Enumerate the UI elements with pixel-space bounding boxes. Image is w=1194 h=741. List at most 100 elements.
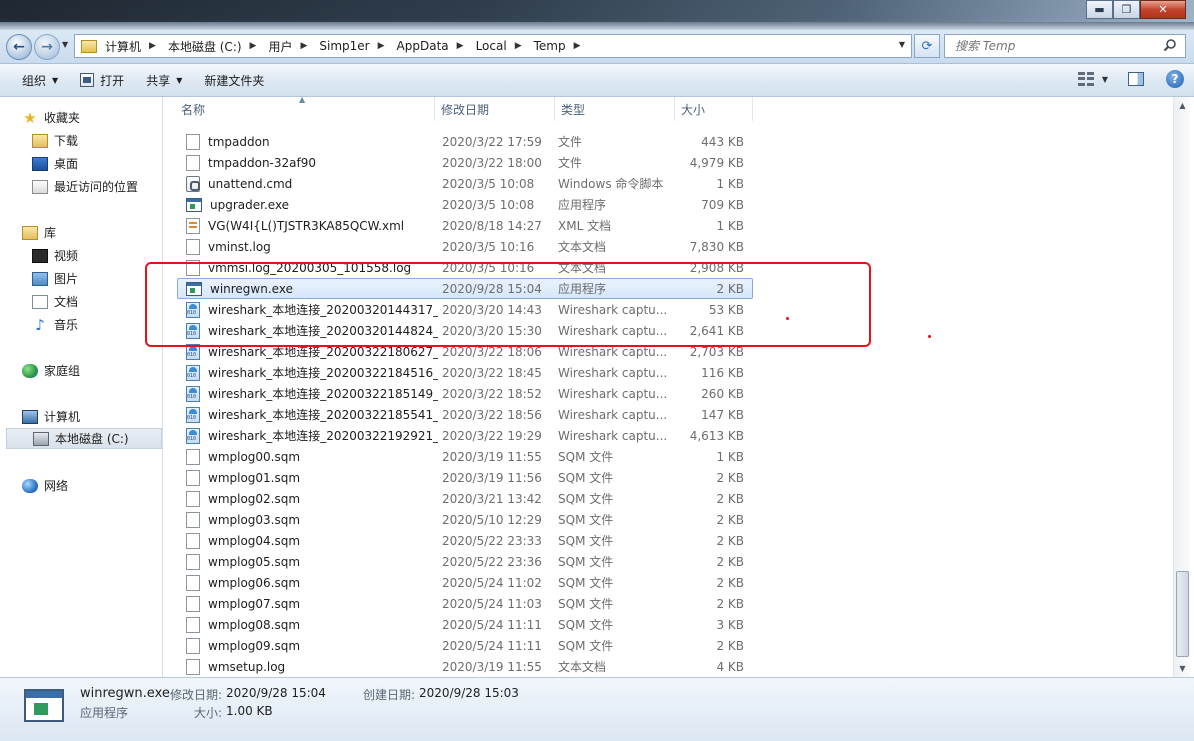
details-size-value: 1.00 KB (226, 704, 273, 718)
file-type: Wireshark captu... (558, 386, 668, 401)
file-row[interactable]: wmplog08.sqm 2020/5/24 11:11 SQM 文件 3 KB (177, 614, 753, 635)
scroll-up-icon[interactable]: ▲ (1174, 97, 1191, 114)
file-row[interactable]: unattend.cmd 2020/3/5 10:08 Windows 命令脚本 1 … (177, 173, 753, 194)
file-row[interactable]: wmplog02.sqm 2020/3/21 13:42 SQM 文件 2 KB (177, 488, 753, 509)
details-pane: winregwn.exe 修改日期: 2020/9/28 15:04 创建日期:… (0, 677, 1194, 741)
file-name-cell: wireshark_本地连接_20200320144317_... (178, 301, 438, 318)
new-folder-button[interactable]: 新建文件夹 (196, 64, 272, 97)
address-history-dropdown[interactable]: ▼ (899, 40, 905, 49)
chevron-right-icon[interactable]: ▶ (300, 41, 307, 51)
file-row[interactable]: wireshark_本地连接_20200320144317_... 2020/3/… (177, 299, 753, 320)
file-row[interactable]: wmplog05.sqm 2020/5/22 23:36 SQM 文件 2 KB (177, 551, 753, 572)
view-controls: ▼ ? (1077, 70, 1184, 88)
generic-file-icon (186, 490, 200, 507)
file-row[interactable]: wmplog09.sqm 2020/5/24 11:11 SQM 文件 2 KB (177, 635, 753, 656)
file-row[interactable]: wireshark_本地连接_20200322185149_... 2020/3/… (177, 383, 753, 404)
sidebar-item-libraries[interactable]: 库 (22, 222, 182, 243)
file-name: vmmsi.log_20200305_101558.log (208, 260, 412, 275)
chevron-right-icon[interactable]: ▶ (457, 41, 464, 51)
chevron-right-icon[interactable]: ▶ (515, 41, 522, 51)
generic-file-icon (186, 133, 200, 150)
share-menu[interactable]: 共享 ▼ (138, 64, 190, 97)
close-button[interactable]: ✕ (1140, 0, 1186, 19)
view-dropdown-icon[interactable]: ▼ (1102, 75, 1108, 84)
file-name-cell: wmplog07.sqm (178, 595, 438, 612)
breadcrumb-item[interactable]: 计算机 ▶ (103, 38, 166, 55)
file-name-cell: wmplog03.sqm (178, 511, 438, 528)
sidebar-item-homegroup[interactable]: 家庭组 (22, 360, 182, 381)
scroll-down-icon[interactable]: ▼ (1174, 660, 1191, 677)
address-bar[interactable]: 计算机 ▶ 本地磁盘 (C:) ▶ 用户 ▶ Simp1er ▶ AppData ▶ Local ▶ T… (74, 34, 912, 58)
file-name-cell: wmplog05.sqm (178, 553, 438, 570)
file-type: SQM 文件 (558, 555, 614, 569)
help-icon[interactable]: ? (1166, 70, 1184, 88)
column-header-type[interactable]: 类型 (555, 97, 675, 121)
file-row[interactable]: tmpaddon 2020/3/22 17:59 文件 443 KB (177, 131, 753, 152)
file-row[interactable]: winregwn.exe 2020/9/28 15:04 应用程序 2 KB (177, 278, 753, 299)
column-header-name[interactable]: 名称 ▲ (163, 97, 435, 121)
file-row[interactable]: vmmsi.log_20200305_101558.log 2020/3/5 10… (177, 257, 753, 278)
chevron-right-icon[interactable]: ▶ (574, 41, 581, 51)
file-row[interactable]: tmpaddon-32af90 2020/3/22 18:00 文件 4,979 KB (177, 152, 753, 173)
organize-menu[interactable]: 组织 ▼ (14, 64, 66, 97)
chevron-right-icon[interactable]: ▶ (378, 41, 385, 51)
view-options-icon[interactable] (1077, 72, 1094, 86)
back-button[interactable]: ← (6, 34, 32, 60)
generic-file-icon (186, 154, 200, 171)
recent-pages-dropdown[interactable]: ▼ (62, 40, 68, 49)
file-date: 2020/3/19 11:55 (442, 449, 542, 464)
file-row[interactable]: VG(W4I{L()TJSTR3KA85QCW.xml 2020/8/18 14:… (177, 215, 753, 236)
file-row[interactable]: wireshark_本地连接_20200322192921_... 2020/3/… (177, 425, 753, 446)
column-header-size[interactable]: 大小 (675, 97, 753, 121)
file-name-cell: wmplog01.sqm (178, 469, 438, 486)
file-row[interactable]: wireshark_本地连接_20200322185541_... 2020/3/… (177, 404, 753, 425)
file-row[interactable]: wmplog06.sqm 2020/5/24 11:02 SQM 文件 2 KB (177, 572, 753, 593)
sidebar-item-computer[interactable]: 计算机 (22, 406, 182, 427)
breadcrumb-item[interactable]: 用户 ▶ (266, 38, 317, 55)
vertical-scrollbar[interactable]: ▲ ▼ (1173, 97, 1190, 677)
breadcrumb-item[interactable]: Simp1er ▶ (317, 39, 394, 53)
sidebar-item-favorites[interactable]: ★ 收藏夹 (22, 107, 182, 128)
column-header-date[interactable]: 修改日期 (435, 97, 555, 121)
search-input[interactable] (945, 35, 1155, 57)
sidebar-item-local-disk[interactable]: 本地磁盘 (C:) (6, 428, 162, 449)
file-row[interactable]: wmplog04.sqm 2020/5/22 23:33 SQM 文件 2 KB (177, 530, 753, 551)
file-row[interactable]: upgrader.exe 2020/3/5 10:08 应用程序 709 KB (177, 194, 753, 215)
preview-pane-icon[interactable] (1128, 72, 1144, 86)
file-row[interactable]: wmsetup.log 2020/3/19 11:55 文本文档 4 KB (177, 656, 753, 677)
refresh-button[interactable]: ⟳ (914, 34, 940, 58)
file-type: 文本文档 (558, 261, 607, 275)
search-icon[interactable] (1163, 38, 1177, 52)
sidebar-item-label: 本地磁盘 (C:) (55, 432, 129, 446)
file-row[interactable]: wmplog07.sqm 2020/5/24 11:03 SQM 文件 2 KB (177, 593, 753, 614)
file-name-cell: vminst.log (178, 238, 438, 255)
breadcrumb-item[interactable]: 本地磁盘 (C:) ▶ (166, 38, 267, 55)
minimize-button[interactable]: ▬ (1086, 0, 1113, 19)
new-folder-label: 新建文件夹 (204, 73, 265, 88)
file-row[interactable]: wmplog03.sqm 2020/5/10 12:29 SQM 文件 2 KB (177, 509, 753, 530)
sidebar-item-network[interactable]: 网络 (22, 475, 182, 496)
open-button[interactable]: 打开 (72, 64, 132, 97)
search-box[interactable] (944, 34, 1186, 58)
breadcrumb-label: 计算机 (105, 39, 142, 54)
file-type: SQM 文件 (558, 513, 614, 527)
breadcrumb-item[interactable]: Local ▶ (474, 39, 532, 53)
forward-button[interactable]: → (34, 34, 60, 60)
file-row[interactable]: wireshark_本地连接_20200320144824_... 2020/3/… (177, 320, 753, 341)
file-row[interactable]: vminst.log 2020/3/5 10:16 文本文档 7,830 KB (177, 236, 753, 257)
file-row[interactable]: wireshark_本地连接_20200322180627_... 2020/3/… (177, 341, 753, 362)
file-name: tmpaddon (208, 134, 270, 149)
chevron-right-icon[interactable]: ▶ (250, 41, 257, 51)
breadcrumb-item[interactable]: AppData ▶ (395, 39, 474, 53)
maximize-button[interactable]: ❐ (1113, 0, 1140, 19)
scrollbar-thumb[interactable] (1176, 571, 1189, 657)
file-name-cell: wmplog09.sqm (178, 637, 438, 654)
sort-up-icon: ▲ (299, 97, 306, 104)
file-row[interactable]: wmplog00.sqm 2020/3/19 11:55 SQM 文件 1 KB (177, 446, 753, 467)
breadcrumb-item[interactable]: Temp ▶ (532, 39, 591, 53)
file-name: wmplog01.sqm (208, 470, 301, 485)
chevron-right-icon[interactable]: ▶ (149, 41, 156, 51)
file-row[interactable]: wireshark_本地连接_20200322184516_... 2020/3/… (177, 362, 753, 383)
file-size: 1 KB (716, 218, 744, 233)
file-row[interactable]: wmplog01.sqm 2020/3/19 11:56 SQM 文件 2 KB (177, 467, 753, 488)
